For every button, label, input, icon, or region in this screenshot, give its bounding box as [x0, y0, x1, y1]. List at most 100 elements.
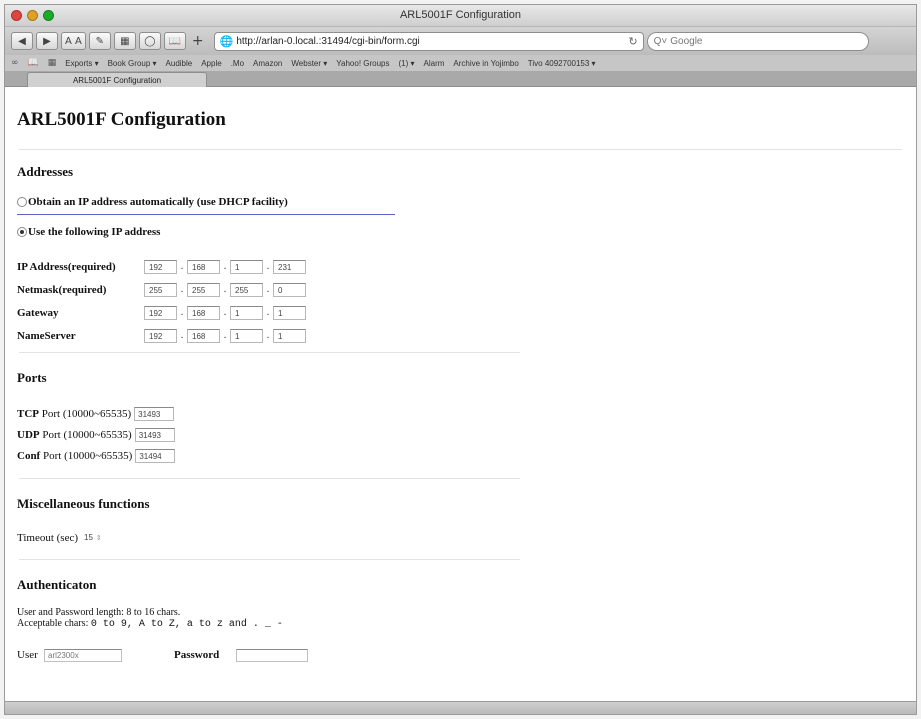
add-bookmark-icon[interactable]: + [189, 32, 207, 50]
title-bar: ARL5001F Configuration [5, 5, 916, 27]
browser-window: ARL5001F Configuration ◀ ▶ A A ✎ ▦ ◯ 📖 +… [4, 4, 917, 715]
chars-note: Acceptable chars: 0 to 9, A to Z, a to z… [17, 618, 283, 630]
nameserver-octet-1[interactable]: 192 [144, 328, 177, 343]
history-icon[interactable]: ◯ [138, 32, 161, 50]
ports-section: Ports TCP Port (10000~65535) 31493 UDP P… [17, 370, 522, 479]
bookmark-item[interactable]: Archive in Yojimbo [453, 59, 518, 68]
ip-address-label: IP Address(required) [17, 260, 116, 273]
dhcp-label: Obtain an IP address automatically (use … [28, 196, 288, 208]
browser-toolbar: ◀ ▶ A A ✎ ▦ ◯ 📖 + 🌐 http://arlan-0.local… [5, 27, 916, 55]
page-content: ARL5001F Configuration Addresses Obtain … [5, 89, 916, 701]
nameserver-octet-4[interactable]: 1 [273, 328, 306, 343]
auth-heading: Authenticaton [17, 577, 97, 592]
search-placeholder: Google [670, 35, 703, 47]
conf-port-input[interactable]: 31494 [135, 448, 176, 463]
focus-underline [17, 214, 395, 215]
bookmark-item[interactable]: .Mo [231, 59, 244, 68]
password-input[interactable] [236, 648, 308, 662]
bookmark-item[interactable]: Tivo 4092700153 ▾ [528, 59, 596, 68]
port-fields: TCP Port (10000~65535) 31493 UDP Port (1… [17, 405, 522, 464]
nameserver-octet-3[interactable]: 1 [230, 328, 263, 343]
window-title: ARL5001F Configuration [399, 9, 522, 21]
bookmark-item[interactable]: Apple [201, 59, 221, 68]
netmask-octet-3[interactable]: 255 [230, 282, 263, 297]
ip-fields: IP Address(required) 192. 168. 1. 231 Ne… [17, 258, 522, 344]
gateway-octet-4[interactable]: 1 [273, 305, 306, 320]
dhcp-option[interactable]: Obtain an IP address automatically (use … [17, 196, 522, 208]
gateway-octet-3[interactable]: 1 [230, 305, 263, 320]
address-bar[interactable]: 🌐 http://arlan-0.local.:31494/cgi-bin/fo… [213, 31, 644, 51]
misc-section: Miscellaneous functions Timeout (sec) 15… [17, 496, 522, 560]
reload-icon[interactable]: ↻ [628, 35, 637, 48]
bookmark-item[interactable]: Audible [166, 59, 193, 68]
dhcp-radio[interactable] [17, 197, 27, 207]
timeout-row: Timeout (sec) 15 ⇕ [17, 529, 522, 546]
tab-active[interactable]: ARL5001F Configuration [27, 72, 207, 87]
gateway-octet-2[interactable]: 168 [187, 305, 220, 320]
text-size-icon[interactable]: A A [61, 32, 86, 50]
bookmark-item[interactable]: Book Group ▾ [108, 59, 157, 68]
password-label: Password [174, 649, 220, 661]
forward-arrow-icon[interactable]: ▶ [36, 32, 58, 50]
misc-heading: Miscellaneous functions [17, 496, 150, 511]
netmask-octet-2[interactable]: 255 [187, 282, 220, 297]
globe-icon: 🌐 [219, 35, 234, 48]
netmask-octet-1[interactable]: 255 [144, 282, 177, 297]
conf-port-label: Conf Port (10000~65535) [17, 449, 133, 462]
addresses-section: Addresses Obtain an IP address automatic… [17, 164, 522, 353]
nameserver-octet-2[interactable]: 168 [187, 328, 220, 343]
bookmark-item[interactable]: Webster ▾ [291, 59, 327, 68]
bookmark-item[interactable]: (1) ▾ [399, 59, 415, 68]
auth-section: Authenticaton User and Password length: … [17, 577, 522, 663]
netmask-row: Netmask(required) 255. 255. 255. 0 [17, 281, 522, 298]
tab-strip: ARL5001F Configuration [5, 71, 916, 87]
pencil-icon[interactable]: ✎ [88, 32, 111, 50]
timeout-value: 15 [84, 533, 93, 542]
user-input[interactable]: arl2300x [44, 648, 122, 662]
bookmarks-icon[interactable]: 📖 [28, 58, 39, 68]
netmask-label: Netmask(required) [17, 283, 107, 296]
page-title: ARL5001F Configuration [17, 109, 226, 130]
bookmark-item[interactable]: Exports ▾ [65, 59, 98, 68]
static-ip-radio[interactable] [17, 227, 27, 237]
back-arrow-icon[interactable]: ◀ [11, 32, 33, 50]
top-sites-icon[interactable]: ▦ [48, 58, 57, 68]
bookmark-item[interactable]: Amazon [253, 59, 282, 68]
udp-port-row: UDP Port (10000~65535) 31493 [17, 426, 522, 443]
static-ip-option[interactable]: Use the following IP address [17, 226, 522, 238]
user-label: User [17, 649, 38, 661]
credentials-row: User arl2300x Password [17, 647, 522, 663]
ip-octet-1[interactable]: 192 [144, 259, 177, 274]
ip-octet-4[interactable]: 231 [273, 259, 306, 274]
status-bar [5, 701, 916, 714]
gateway-row: Gateway 192. 168. 1. 1 [17, 304, 522, 321]
reading-list-icon[interactable]: ∞ [11, 58, 19, 68]
gateway-octet-1[interactable]: 192 [144, 305, 177, 320]
bookmark-item[interactable]: Yahoo! Groups [336, 59, 389, 68]
udp-port-label: UDP Port (10000~65535) [17, 428, 132, 441]
tcp-port-row: TCP Port (10000~65535) 31493 [17, 405, 522, 422]
length-note: User and Password length: 8 to 16 chars. [17, 607, 181, 618]
timeout-select[interactable]: 15 ⇕ [84, 533, 102, 542]
auth-note: User and Password length: 8 to 16 chars.… [17, 607, 522, 630]
tcp-port-input[interactable]: 31493 [134, 406, 175, 421]
addresses-heading: Addresses [17, 164, 74, 179]
divider [19, 352, 520, 353]
tcp-port-label: TCP Port (10000~65535) [17, 407, 132, 420]
search-field[interactable]: Q˅ Google [646, 31, 869, 51]
address-text[interactable]: http://arlan-0.local.:31494/cgi-bin/form… [236, 36, 625, 47]
nameserver-row: NameServer 192. 168. 1. 1 [17, 327, 522, 344]
divider [19, 478, 520, 479]
select-arrows-icon: ⇕ [95, 533, 102, 542]
search-icon: Q˅ [653, 35, 668, 47]
reader-icon[interactable]: 📖 [163, 32, 186, 50]
gateway-label: Gateway [17, 306, 59, 319]
udp-port-input[interactable]: 31493 [134, 427, 175, 442]
tabs-icon[interactable]: ▦ [113, 32, 136, 50]
bookmark-item[interactable]: Alarm [424, 59, 445, 68]
conf-port-row: Conf Port (10000~65535) 31494 [17, 447, 522, 464]
bookmarks-bar: ∞ 📖 ▦ Exports ▾ Book Group ▾ Audible App… [5, 55, 916, 71]
ip-octet-3[interactable]: 1 [230, 259, 263, 274]
netmask-octet-4[interactable]: 0 [273, 282, 306, 297]
ip-octet-2[interactable]: 168 [187, 259, 220, 274]
